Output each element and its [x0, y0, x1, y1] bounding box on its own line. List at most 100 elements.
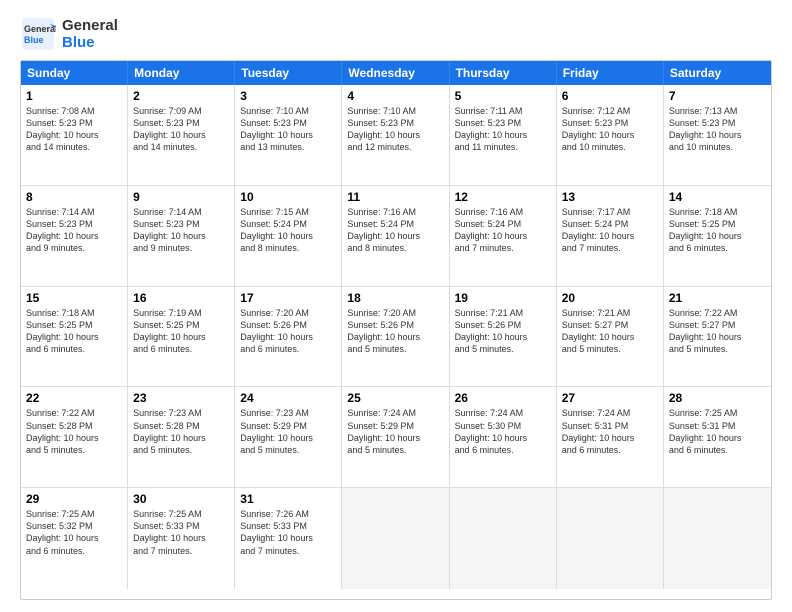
cell-text-line: Sunrise: 7:20 AM: [240, 307, 336, 319]
cell-text-line: Sunset: 5:23 PM: [562, 117, 658, 129]
day-number: 19: [455, 291, 551, 305]
day-cell-4: 4Sunrise: 7:10 AMSunset: 5:23 PMDaylight…: [342, 85, 449, 186]
cell-text-line: and 5 minutes.: [26, 444, 122, 456]
cell-text-line: and 5 minutes.: [455, 343, 551, 355]
empty-cell: [664, 488, 771, 589]
cell-text-line: Sunrise: 7:10 AM: [347, 105, 443, 117]
calendar: SundayMondayTuesdayWednesdayThursdayFrid…: [20, 60, 772, 600]
cell-text-line: Daylight: 10 hours: [133, 331, 229, 343]
week-row-4: 29Sunrise: 7:25 AMSunset: 5:32 PMDayligh…: [21, 488, 771, 589]
cell-text-line: Sunrise: 7:09 AM: [133, 105, 229, 117]
cell-text-line: Daylight: 10 hours: [562, 331, 658, 343]
day-cell-12: 12Sunrise: 7:16 AMSunset: 5:24 PMDayligh…: [450, 186, 557, 287]
cell-text-line: Sunset: 5:29 PM: [240, 420, 336, 432]
cell-text-line: Daylight: 10 hours: [240, 432, 336, 444]
cell-text-line: Daylight: 10 hours: [347, 432, 443, 444]
cell-text-line: Sunset: 5:23 PM: [26, 117, 122, 129]
cell-text-line: and 13 minutes.: [240, 141, 336, 153]
cell-text-line: Sunset: 5:23 PM: [455, 117, 551, 129]
day-number: 24: [240, 391, 336, 405]
cell-text-line: Sunset: 5:25 PM: [669, 218, 766, 230]
cell-text-line: Daylight: 10 hours: [669, 432, 766, 444]
cell-text-line: Daylight: 10 hours: [133, 230, 229, 242]
cell-text-line: and 10 minutes.: [562, 141, 658, 153]
cell-text-line: Sunset: 5:23 PM: [347, 117, 443, 129]
day-cell-11: 11Sunrise: 7:16 AMSunset: 5:24 PMDayligh…: [342, 186, 449, 287]
day-number: 13: [562, 190, 658, 204]
cell-text-line: Daylight: 10 hours: [562, 432, 658, 444]
cell-text-line: Sunset: 5:30 PM: [455, 420, 551, 432]
day-cell-5: 5Sunrise: 7:11 AMSunset: 5:23 PMDaylight…: [450, 85, 557, 186]
cell-text-line: Sunrise: 7:18 AM: [669, 206, 766, 218]
cell-text-line: Daylight: 10 hours: [562, 230, 658, 242]
header-wednesday: Wednesday: [342, 61, 449, 85]
cell-text-line: Sunrise: 7:21 AM: [562, 307, 658, 319]
cell-text-line: Sunset: 5:29 PM: [347, 420, 443, 432]
cell-text-line: Sunset: 5:28 PM: [26, 420, 122, 432]
cell-text-line: Sunrise: 7:08 AM: [26, 105, 122, 117]
cell-text-line: and 10 minutes.: [669, 141, 766, 153]
logo-line1: General: [62, 17, 118, 34]
day-cell-30: 30Sunrise: 7:25 AMSunset: 5:33 PMDayligh…: [128, 488, 235, 589]
day-cell-20: 20Sunrise: 7:21 AMSunset: 5:27 PMDayligh…: [557, 287, 664, 388]
cell-text-line: Sunrise: 7:16 AM: [347, 206, 443, 218]
cell-text-line: and 5 minutes.: [347, 343, 443, 355]
cell-text-line: Sunrise: 7:22 AM: [669, 307, 766, 319]
day-cell-7: 7Sunrise: 7:13 AMSunset: 5:23 PMDaylight…: [664, 85, 771, 186]
day-cell-17: 17Sunrise: 7:20 AMSunset: 5:26 PMDayligh…: [235, 287, 342, 388]
cell-text-line: and 9 minutes.: [26, 242, 122, 254]
cell-text-line: Sunrise: 7:25 AM: [133, 508, 229, 520]
cell-text-line: and 6 minutes.: [240, 343, 336, 355]
day-cell-6: 6Sunrise: 7:12 AMSunset: 5:23 PMDaylight…: [557, 85, 664, 186]
header-tuesday: Tuesday: [235, 61, 342, 85]
cell-text-line: and 6 minutes.: [26, 343, 122, 355]
cell-text-line: Sunset: 5:27 PM: [669, 319, 766, 331]
week-row-0: 1Sunrise: 7:08 AMSunset: 5:23 PMDaylight…: [21, 85, 771, 186]
cell-text-line: Sunrise: 7:25 AM: [669, 407, 766, 419]
cell-text-line: Sunset: 5:23 PM: [669, 117, 766, 129]
cell-text-line: Daylight: 10 hours: [455, 230, 551, 242]
cell-text-line: Sunset: 5:26 PM: [240, 319, 336, 331]
cell-text-line: and 6 minutes.: [26, 545, 122, 557]
cell-text-line: Daylight: 10 hours: [669, 331, 766, 343]
cell-text-line: and 14 minutes.: [26, 141, 122, 153]
day-cell-25: 25Sunrise: 7:24 AMSunset: 5:29 PMDayligh…: [342, 387, 449, 488]
day-number: 4: [347, 89, 443, 103]
calendar-header: SundayMondayTuesdayWednesdayThursdayFrid…: [21, 61, 771, 85]
cell-text-line: and 12 minutes.: [347, 141, 443, 153]
cell-text-line: Daylight: 10 hours: [669, 230, 766, 242]
day-cell-19: 19Sunrise: 7:21 AMSunset: 5:26 PMDayligh…: [450, 287, 557, 388]
cell-text-line: Sunrise: 7:16 AM: [455, 206, 551, 218]
cell-text-line: and 6 minutes.: [669, 242, 766, 254]
cell-text-line: and 7 minutes.: [133, 545, 229, 557]
cell-text-line: and 5 minutes.: [240, 444, 336, 456]
day-cell-18: 18Sunrise: 7:20 AMSunset: 5:26 PMDayligh…: [342, 287, 449, 388]
day-number: 23: [133, 391, 229, 405]
cell-text-line: Sunrise: 7:15 AM: [240, 206, 336, 218]
page: General Blue General Blue SundayMondayTu…: [0, 0, 792, 612]
cell-text-line: Daylight: 10 hours: [240, 331, 336, 343]
cell-text-line: and 5 minutes.: [347, 444, 443, 456]
cell-text-line: and 5 minutes.: [133, 444, 229, 456]
day-cell-27: 27Sunrise: 7:24 AMSunset: 5:31 PMDayligh…: [557, 387, 664, 488]
day-number: 20: [562, 291, 658, 305]
day-number: 9: [133, 190, 229, 204]
header-sunday: Sunday: [21, 61, 128, 85]
cell-text-line: Sunset: 5:24 PM: [347, 218, 443, 230]
cell-text-line: Daylight: 10 hours: [26, 230, 122, 242]
cell-text-line: Sunrise: 7:24 AM: [347, 407, 443, 419]
day-number: 16: [133, 291, 229, 305]
cell-text-line: Sunset: 5:24 PM: [240, 218, 336, 230]
calendar-body: 1Sunrise: 7:08 AMSunset: 5:23 PMDaylight…: [21, 85, 771, 589]
day-cell-8: 8Sunrise: 7:14 AMSunset: 5:23 PMDaylight…: [21, 186, 128, 287]
day-number: 10: [240, 190, 336, 204]
cell-text-line: Sunset: 5:25 PM: [133, 319, 229, 331]
cell-text-line: Daylight: 10 hours: [26, 129, 122, 141]
cell-text-line: Daylight: 10 hours: [26, 432, 122, 444]
cell-text-line: Sunrise: 7:14 AM: [26, 206, 122, 218]
header-friday: Friday: [557, 61, 664, 85]
day-number: 1: [26, 89, 122, 103]
day-cell-22: 22Sunrise: 7:22 AMSunset: 5:28 PMDayligh…: [21, 387, 128, 488]
day-cell-26: 26Sunrise: 7:24 AMSunset: 5:30 PMDayligh…: [450, 387, 557, 488]
day-number: 14: [669, 190, 766, 204]
